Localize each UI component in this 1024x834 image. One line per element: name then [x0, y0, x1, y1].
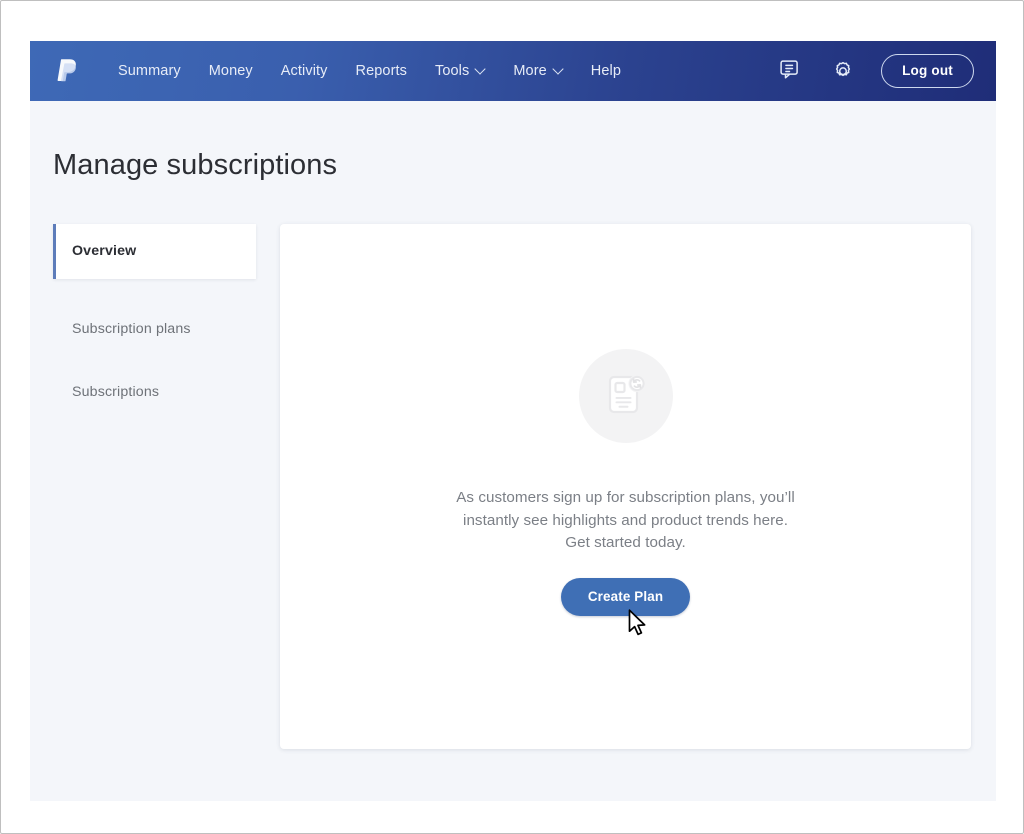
top-navigation-bar: Summary Money Activity Reports Tools Mor… [30, 41, 996, 101]
nav-item-more[interactable]: More [499, 55, 576, 87]
nav-label: Summary [118, 63, 181, 79]
nav-item-help[interactable]: Help [577, 55, 635, 87]
nav-item-reports[interactable]: Reports [342, 55, 421, 87]
nav-item-money[interactable]: Money [195, 55, 267, 87]
message-bubbles-icon[interactable] [777, 57, 805, 85]
empty-state: As customers sign up for subscription pl… [451, 348, 801, 617]
nav-item-summary[interactable]: Summary [104, 55, 195, 87]
nav-item-activity[interactable]: Activity [267, 55, 342, 87]
main-content-card: As customers sign up for subscription pl… [280, 224, 971, 749]
sidebar-item-overview[interactable]: Overview [53, 224, 256, 280]
primary-nav-links: Summary Money Activity Reports Tools Mor… [104, 55, 635, 87]
create-plan-button[interactable]: Create Plan [560, 578, 691, 617]
page-body: Overview Subscription plans Subscription… [30, 182, 996, 749]
logout-button[interactable]: Log out [881, 54, 974, 88]
empty-state-message: As customers sign up for subscription pl… [456, 488, 795, 552]
chevron-down-icon [476, 65, 485, 74]
sidebar-item-subscription-plans[interactable]: Subscription plans [53, 302, 256, 357]
nav-label: More [513, 63, 547, 79]
nav-item-tools[interactable]: Tools [421, 55, 499, 87]
sidebar-navigation: Overview Subscription plans Subscription… [53, 224, 256, 420]
paypal-logo-icon[interactable] [52, 54, 82, 88]
nav-right-actions: Log out [777, 54, 974, 88]
sidebar-item-label: Subscriptions [72, 384, 160, 401]
nav-label: Tools [435, 63, 470, 79]
screenshot-root: Summary Money Activity Reports Tools Mor… [0, 0, 1024, 834]
nav-label: Money [208, 63, 253, 79]
nav-label: Activity [280, 63, 328, 79]
gear-icon[interactable] [829, 57, 857, 85]
nav-label: Reports [355, 63, 407, 79]
chevron-down-icon [554, 65, 563, 74]
page-title: Manage subscriptions [53, 149, 338, 181]
application-frame: Summary Money Activity Reports Tools Mor… [30, 41, 996, 801]
nav-label: Help [590, 63, 622, 79]
sidebar-item-subscriptions[interactable]: Subscriptions [53, 365, 256, 420]
sidebar-item-label: Subscription plans [72, 321, 191, 338]
subscription-document-icon [578, 348, 673, 443]
sidebar-item-label: Overview [72, 243, 137, 259]
